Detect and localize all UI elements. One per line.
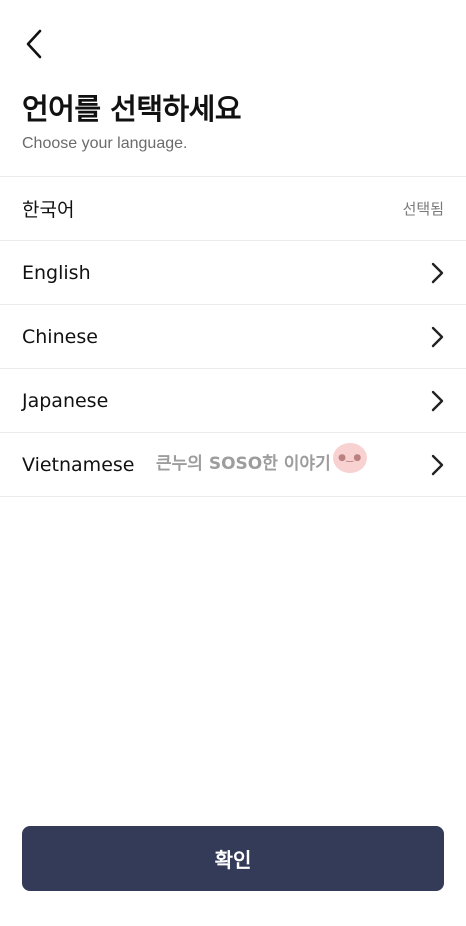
chevron-right-icon [424, 454, 444, 475]
watermark-text: 큰누의 SOSO한 이야기 [156, 454, 331, 474]
language-label: Vietnamese [22, 453, 135, 476]
confirm-button[interactable]: 확인 [22, 826, 444, 891]
page-subtitle: Choose your language. [22, 135, 188, 152]
chevron-right-icon [424, 326, 444, 347]
watermark: 큰누의 SOSO한 이야기 ●‿● [156, 442, 367, 474]
back-button[interactable] [16, 28, 52, 64]
language-item-japanese[interactable]: Japanese [0, 369, 466, 433]
language-item-vietnamese[interactable]: Vietnamese 큰누의 SOSO한 이야기 ●‿● [0, 433, 466, 497]
chevron-right-icon [424, 262, 444, 283]
watermark-logo-icon: ●‿● [332, 442, 367, 473]
language-label: English [22, 261, 91, 284]
language-label: Japanese [22, 389, 109, 412]
chevron-right-icon [424, 390, 444, 411]
selected-status: 선택됨 [402, 200, 444, 218]
language-list: 한국어 선택됨 English Chinese Japanese Vietnam… [0, 176, 466, 497]
language-item-english[interactable]: English [0, 241, 466, 305]
language-item-chinese[interactable]: Chinese [0, 305, 466, 369]
chevron-left-icon [24, 29, 44, 64]
page-title: 언어를 선택하세요 [22, 92, 242, 126]
language-label: Chinese [22, 325, 98, 348]
language-item-korean[interactable]: 한국어 선택됨 [0, 177, 466, 241]
language-label: 한국어 [22, 199, 75, 221]
